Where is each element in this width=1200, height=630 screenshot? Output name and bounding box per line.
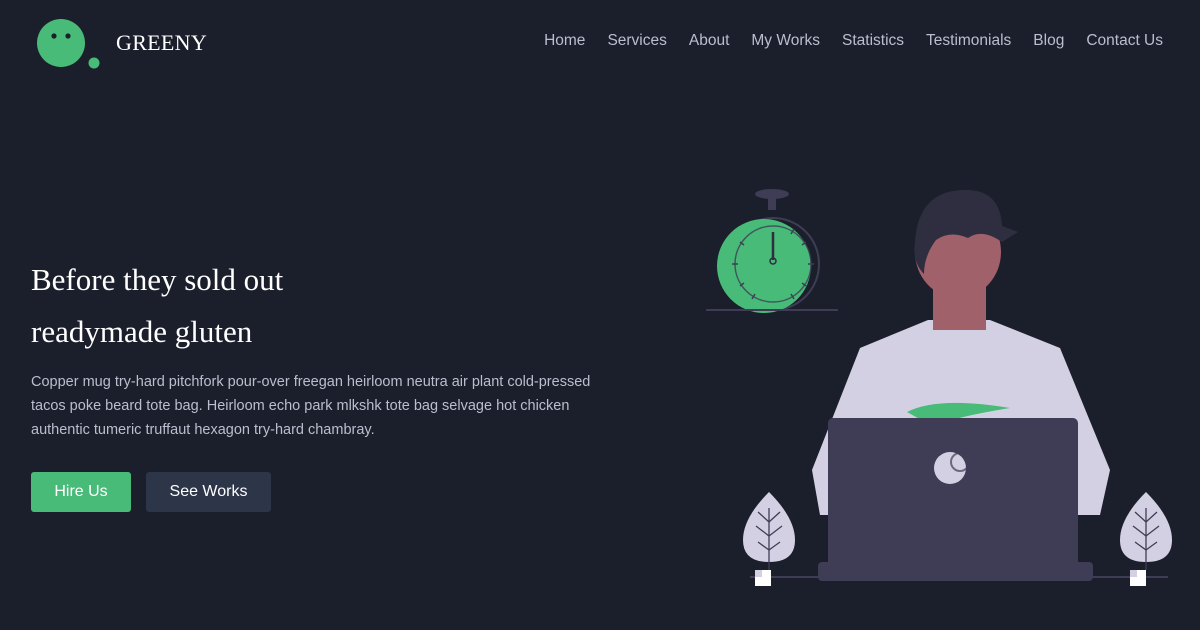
- see-works-button[interactable]: See Works: [146, 472, 271, 512]
- nav-testimonials[interactable]: Testimonials: [926, 32, 1011, 50]
- plant-icon: [743, 492, 795, 586]
- nav-services[interactable]: Services: [607, 32, 666, 50]
- hire-us-button[interactable]: Hire Us: [31, 472, 131, 512]
- nav-home[interactable]: Home: [544, 32, 585, 50]
- site-header: GREENY Home Services About My Works Stat…: [0, 0, 1200, 86]
- plant-icon: [1120, 492, 1172, 586]
- hero-description: Copper mug try-hard pitchfork pour-over …: [31, 374, 591, 438]
- nav-my-works[interactable]: My Works: [751, 32, 820, 50]
- hero-illustration: [706, 189, 1172, 586]
- hero-title: Before they sold out readymade gluten: [31, 254, 591, 358]
- stopwatch-icon: [706, 189, 838, 313]
- nav-statistics[interactable]: Statistics: [842, 32, 904, 50]
- brand-name[interactable]: GREENY: [116, 30, 207, 56]
- laptop-icon: [818, 418, 1093, 581]
- hero-title-line-1: Before they sold out: [31, 262, 284, 297]
- nav-about[interactable]: About: [689, 32, 730, 50]
- logo-mark-icon[interactable]: [37, 19, 101, 71]
- nav-blog[interactable]: Blog: [1033, 32, 1064, 50]
- main-nav: Home Services About My Works Statistics …: [544, 32, 1163, 50]
- nav-contact-us[interactable]: Contact Us: [1086, 32, 1163, 50]
- hero-title-line-2: readymade gluten: [31, 314, 253, 349]
